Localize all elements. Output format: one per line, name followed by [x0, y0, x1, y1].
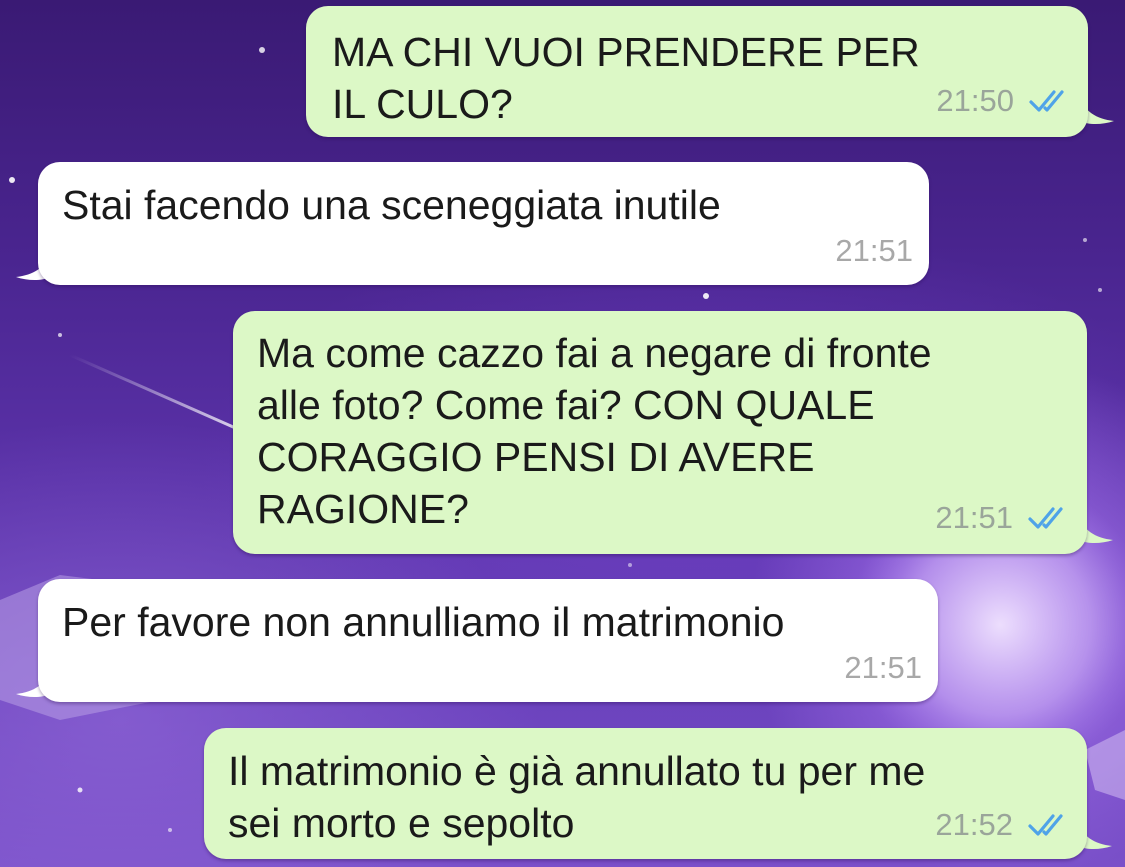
star: [1083, 238, 1087, 242]
message-time: 21:50: [936, 83, 1014, 118]
star: [58, 333, 62, 337]
shooting-star: [69, 353, 241, 432]
star: [77, 787, 83, 793]
message-time: 21:51: [935, 500, 1013, 535]
message-text: MA CHI VUOI PRENDERE PER IL CULO?: [332, 29, 920, 127]
message-time: 21:51: [835, 233, 913, 268]
star: [259, 47, 265, 53]
outgoing-message[interactable]: Il matrimonio è già annullato tu per me …: [204, 728, 1087, 859]
outgoing-message[interactable]: Ma come cazzo fai a negare di fronte all…: [233, 311, 1087, 554]
message-text: Il matrimonio è già annullato tu per me …: [228, 748, 926, 846]
message-meta: 21:50: [936, 75, 1072, 127]
message-text: Ma come cazzo fai a negare di fronte all…: [257, 330, 932, 532]
double-check-read-icon: [1029, 90, 1064, 112]
star: [628, 563, 632, 567]
message-time: 21:52: [935, 807, 1013, 842]
double-check-read-icon: [1028, 507, 1063, 529]
message-meta: 21:52: [935, 799, 1071, 851]
star: [703, 293, 709, 299]
double-check-read-icon: [1028, 814, 1063, 836]
outgoing-message[interactable]: MA CHI VUOI PRENDERE PER IL CULO? 21:50: [306, 6, 1088, 137]
incoming-message[interactable]: Stai facendo una sceneggiata inutile 21:…: [38, 162, 929, 285]
message-meta: 21:51: [935, 492, 1071, 544]
message-meta: 21:51: [835, 225, 913, 277]
incoming-message[interactable]: Per favore non annulliamo il matrimonio …: [38, 579, 938, 702]
message-text: Per favore non annulliamo il matrimonio: [62, 599, 785, 645]
star: [168, 828, 172, 832]
message-time: 21:51: [844, 650, 922, 685]
message-meta: 21:51: [844, 642, 922, 694]
star: [9, 177, 15, 183]
star: [1098, 288, 1102, 292]
message-text: Stai facendo una sceneggiata inutile: [62, 182, 721, 228]
